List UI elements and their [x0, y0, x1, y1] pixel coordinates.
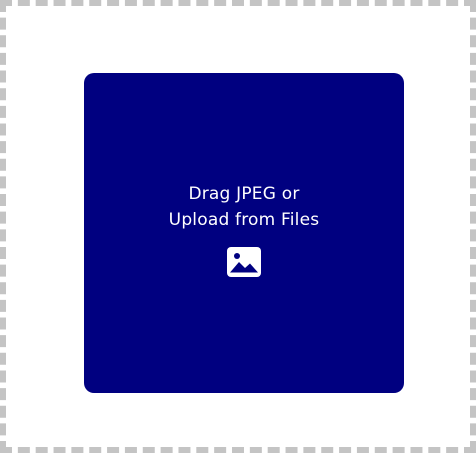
image-icon — [227, 247, 261, 277]
upload-prompt-line-1: Drag JPEG or — [188, 184, 300, 204]
upload-dropzone[interactable]: Drag JPEG or Upload from Files — [84, 73, 404, 393]
upload-prompt: Drag JPEG or Upload from Files — [169, 181, 320, 233]
upload-prompt-line-2: Upload from Files — [168, 210, 320, 230]
upload-frame: Drag JPEG or Upload from Files — [0, 0, 476, 453]
